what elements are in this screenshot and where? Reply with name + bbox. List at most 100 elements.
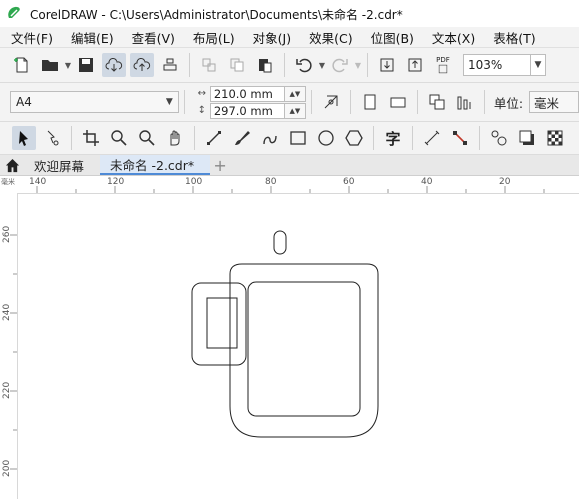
export-icon [408, 58, 422, 72]
ruler-label: 60 [343, 177, 355, 187]
new-document-button[interactable] [10, 53, 34, 77]
ellipse-tool-button[interactable] [314, 126, 338, 150]
portrait-button[interactable] [358, 90, 382, 114]
paste-icon [259, 59, 272, 73]
menu-layout[interactable]: 布局(L) [182, 28, 242, 47]
undo-dropdown-icon[interactable]: ▼ [318, 61, 326, 70]
menu-view[interactable]: 查看(V) [121, 28, 182, 47]
paper-size-select[interactable]: A4 ▼ [10, 91, 179, 113]
open-dropdown-icon[interactable]: ▼ [64, 61, 72, 70]
current-page-icon [457, 96, 471, 110]
save-button[interactable] [74, 53, 98, 77]
drawing-canvas[interactable] [18, 194, 579, 499]
new-tab-plus-icon[interactable]: + [210, 155, 230, 175]
zoom-in-icon [111, 130, 127, 146]
blend-icon [491, 130, 507, 146]
tab-welcome-screen[interactable]: 欢迎屏幕 [24, 155, 100, 175]
copy-button[interactable] [225, 53, 249, 77]
lock-ratio-icon [324, 95, 338, 109]
publish-pdf-button[interactable]: PDF [431, 53, 455, 77]
shape-tool-button[interactable] [40, 126, 64, 150]
separator [479, 126, 480, 150]
all-pages-button[interactable] [425, 90, 449, 114]
redo-dropdown-icon[interactable]: ▼ [354, 61, 362, 70]
height-spinner[interactable]: ▲▼ [284, 102, 306, 119]
cloud-download-button[interactable] [102, 53, 126, 77]
current-page-button[interactable] [453, 90, 477, 114]
ruler-label: 120 [107, 177, 125, 187]
separator [416, 90, 418, 114]
ruler-origin-corner[interactable]: 毫米 [0, 176, 18, 194]
cloud-upload-icon [133, 58, 151, 71]
width-spinner[interactable]: ▲▼ [284, 85, 306, 102]
zoom-level-input[interactable]: 103% [463, 54, 531, 76]
landscape-button[interactable] [386, 90, 410, 114]
width-icon: ↔ [197, 88, 207, 99]
separator [194, 126, 195, 150]
new-document-icon [14, 57, 28, 73]
crop-tool-button[interactable] [79, 126, 103, 150]
zoom-out-tool-button[interactable] [135, 126, 159, 150]
import-button[interactable] [375, 53, 399, 77]
units-select[interactable]: 毫米 [529, 91, 579, 113]
transparency-tool-button[interactable] [543, 126, 567, 150]
menu-object[interactable]: 对象(J) [242, 28, 298, 47]
open-button[interactable] [38, 53, 62, 77]
zoom-out-icon [139, 130, 155, 146]
house-icon [5, 158, 19, 172]
rectangle-icon [290, 131, 306, 145]
undo-button[interactable] [292, 53, 316, 77]
menu-table[interactable]: 表格(T) [482, 28, 542, 47]
menu-text[interactable]: 文本(X) [421, 28, 482, 47]
menu-edit[interactable]: 编辑(E) [60, 28, 121, 47]
freehand-tool-button[interactable] [202, 126, 226, 150]
brush-icon [235, 131, 250, 145]
menu-file[interactable]: 文件(F) [0, 28, 60, 47]
tab-welcome-label: 欢迎屏幕 [34, 158, 85, 174]
redo-button[interactable] [328, 53, 352, 77]
rectangle-tool-button[interactable] [286, 126, 310, 150]
page-width-input[interactable]: 210.0 mm [209, 85, 285, 102]
pick-tool-button[interactable] [12, 126, 36, 150]
pen-tool-button[interactable] [258, 126, 282, 150]
cut-icon [202, 58, 216, 72]
tab-document[interactable]: 未命名 -2.cdr* [100, 155, 211, 175]
zoom-dropdown-icon[interactable]: ▼ [531, 54, 546, 76]
print-button[interactable] [158, 53, 182, 77]
zoom-tool-button[interactable] [107, 126, 131, 150]
menu-bitmaps[interactable]: 位图(B) [360, 28, 421, 47]
menu-effects[interactable]: 效果(C) [298, 28, 359, 47]
artistic-media-button[interactable] [230, 126, 254, 150]
separator [71, 126, 72, 150]
horizontal-ruler[interactable]: 140 120 100 80 60 40 20 [17, 176, 579, 194]
height-icon: ↕ [197, 105, 207, 116]
undo-icon [296, 58, 312, 73]
pan-tool-button[interactable] [163, 126, 187, 150]
mug-outer-body [229, 263, 379, 438]
home-icon[interactable] [0, 155, 24, 175]
polygon-tool-button[interactable] [342, 126, 366, 150]
units-label: 单位: [493, 95, 524, 111]
landscape-icon [390, 97, 406, 108]
cloud-upload-button[interactable] [130, 53, 154, 77]
text-tool-icon: 字 [385, 129, 401, 148]
drop-shadow-icon [519, 130, 534, 145]
connector-tool-button[interactable] [448, 126, 472, 150]
ruler-label: 200 [2, 459, 12, 477]
parallel-dimension-button[interactable] [420, 126, 444, 150]
cut-button[interactable] [197, 53, 221, 77]
page-height-input[interactable]: 297.0 mm [209, 102, 285, 119]
pdf-icon [438, 64, 448, 74]
drop-shadow-button[interactable] [515, 126, 539, 150]
text-tool-button[interactable]: 字 [381, 126, 405, 150]
ellipse-icon [318, 130, 334, 146]
ruler-label: 140 [29, 177, 47, 187]
blend-tool-button[interactable] [487, 126, 511, 150]
export-button[interactable] [403, 53, 427, 77]
vertical-ruler[interactable]: 260 240 220 200 [0, 193, 18, 499]
mug-drawing [191, 230, 379, 438]
pdf-label: PDF [436, 56, 450, 64]
paste-button[interactable] [253, 53, 277, 77]
standard-toolbar: ▼ ▼ ▼ PDF 103% ▼ [0, 48, 579, 83]
lock-ratio-button[interactable] [319, 90, 343, 114]
